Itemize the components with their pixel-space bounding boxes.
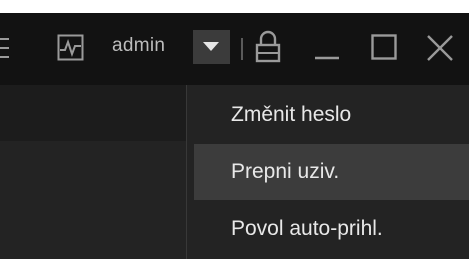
username-label[interactable]: admin xyxy=(112,33,165,59)
minimize-icon[interactable] xyxy=(314,30,340,64)
close-icon[interactable] xyxy=(426,34,454,62)
lock-icon[interactable] xyxy=(254,30,282,64)
maximize-icon[interactable] xyxy=(371,34,398,61)
titlebar-divider xyxy=(241,38,243,60)
menu-item-change-password[interactable]: Změnit heslo xyxy=(194,87,469,143)
window-top-edge xyxy=(0,0,469,13)
activity-monitor-icon[interactable] xyxy=(57,34,84,61)
user-dropdown-menu: Změnit heslo Prepni uziv. Povol auto-pri… xyxy=(186,85,469,259)
hamburger-menu-icon[interactable] xyxy=(0,36,12,60)
menu-item-switch-user[interactable]: Prepni uziv. xyxy=(194,144,469,200)
menu-item-enable-auto-login[interactable]: Povol auto-prihl. xyxy=(194,201,469,257)
chevron-down-icon xyxy=(203,42,219,51)
user-menu-dropdown-button[interactable] xyxy=(193,30,230,64)
